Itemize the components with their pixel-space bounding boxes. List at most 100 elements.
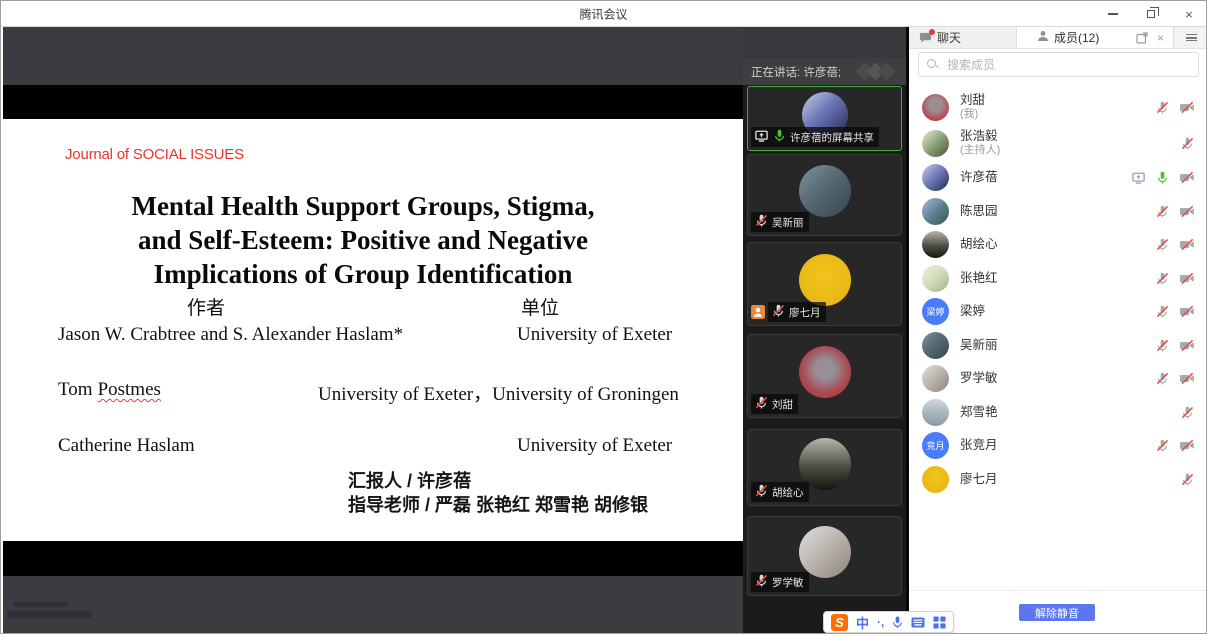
mic-muted-icon <box>1155 304 1170 319</box>
video-tile[interactable]: 罗学敏 <box>747 516 902 596</box>
author-name: TomPostmes <box>58 379 161 401</box>
tile-name-chip: 许彦蓓的屏幕共享 <box>751 127 879 147</box>
author-name: Catherine Haslam <box>58 435 195 457</box>
member-name: 廖七月 <box>960 472 998 487</box>
minimize-button[interactable] <box>1106 7 1120 21</box>
column-header-affiliation: 单位 <box>521 293 559 320</box>
tile-participant-name: 廖七月 <box>789 305 821 320</box>
member-avatar <box>922 94 949 121</box>
camera-off-icon <box>1179 271 1195 286</box>
punctuation-mode-icon[interactable]: ·, <box>877 616 884 628</box>
screen-share-icon <box>754 129 769 146</box>
meeting-logo-watermark <box>854 63 898 80</box>
member-avatar <box>922 130 949 157</box>
tile-participant-name: 吴新丽 <box>772 215 804 230</box>
restore-button[interactable] <box>1144 7 1158 21</box>
voice-input-icon[interactable] <box>892 616 903 629</box>
mic-on-icon <box>772 128 787 146</box>
window-title: 腾讯会议 <box>579 5 627 22</box>
member-list: 刘甜(我) 张浩毅(主持人) 许彦蓓陈思园胡绘心张艳红梁婷梁婷吴新丽罗学敏郑雪艳竞月… <box>909 89 1207 496</box>
close-button[interactable]: × <box>1182 7 1196 21</box>
member-status-icons <box>1155 237 1195 252</box>
member-avatar <box>922 332 949 359</box>
member-avatar <box>922 265 949 292</box>
screen-share-icon <box>1131 171 1146 185</box>
member-row[interactable]: 张艳红 <box>909 262 1207 296</box>
person-badge-icon <box>751 305 765 319</box>
soft-keyboard-icon[interactable] <box>911 617 925 628</box>
panel-controls: × <box>1136 31 1173 45</box>
member-row[interactable]: 胡绘心 <box>909 228 1207 262</box>
member-name: 郑雪艳 <box>960 405 998 420</box>
unmute-button[interactable]: 解除静音 <box>1019 604 1095 621</box>
tile-name-chip: 廖七月 <box>768 302 826 322</box>
video-column-top <box>743 27 906 58</box>
tile-name-chip: 罗学敏 <box>751 572 809 592</box>
screen-artifact <box>13 602 68 607</box>
member-name: 刘甜 <box>960 93 985 108</box>
member-info: 罗学敏 <box>960 371 998 386</box>
member-role: (主持人) <box>960 144 1000 157</box>
member-search-box <box>918 52 1199 77</box>
tab-members[interactable]: 成员(12) × <box>1017 27 1173 48</box>
close-panel-icon[interactable]: × <box>1157 31 1164 45</box>
popout-panel-icon[interactable] <box>1136 32 1148 44</box>
tab-chat[interactable]: 聊天 <box>909 27 1017 48</box>
member-row[interactable]: 罗学敏 <box>909 362 1207 396</box>
member-row[interactable]: 廖七月 <box>909 463 1207 497</box>
member-row[interactable]: 许彦蓓 <box>909 161 1207 195</box>
mic-muted-icon <box>754 483 769 501</box>
chat-icon <box>919 32 932 44</box>
mic-on-icon <box>1155 170 1170 185</box>
member-row[interactable]: 刘甜(我) <box>909 89 1207 125</box>
member-row[interactable]: 郑雪艳 <box>909 396 1207 430</box>
panel-footer-divider <box>909 590 1207 591</box>
author-affiliation: University of Exeter <box>517 324 672 346</box>
members-icon <box>1037 30 1049 45</box>
tile-name-chip: 胡绘心 <box>751 482 809 502</box>
tab-chat-label: 聊天 <box>937 29 961 46</box>
search-input[interactable] <box>945 57 1190 73</box>
participant-avatar <box>799 165 851 217</box>
member-name: 许彦蓓 <box>960 170 998 185</box>
tile-label-row: 吴新丽 <box>751 212 809 232</box>
member-info: 梁婷 <box>960 304 985 319</box>
video-tile[interactable]: 吴新丽 <box>747 154 902 236</box>
tile-label-row: 胡绘心 <box>751 482 809 502</box>
camera-off-icon <box>1179 438 1195 453</box>
video-tile[interactable]: 刘甜 <box>747 334 902 418</box>
tile-label-row: 廖七月 <box>751 302 826 322</box>
mic-muted-icon <box>1155 204 1170 219</box>
active-speaker-bar: 正在讲话: 许彦蓓; <box>743 58 906 85</box>
mic-muted-icon <box>1155 338 1170 353</box>
author-affiliation: University of Exeter <box>517 435 672 457</box>
sogou-logo-icon[interactable]: S <box>831 614 848 631</box>
member-name: 张艳红 <box>960 271 998 286</box>
advisors-line: 指导老师 / 严磊 张艳红 郑雪艳 胡修银 <box>348 491 648 517</box>
chinese-mode-indicator[interactable]: 中 <box>856 613 869 632</box>
video-tile[interactable]: 廖七月 <box>747 242 902 326</box>
tile-name-chip: 吴新丽 <box>751 212 809 232</box>
camera-off-icon <box>1179 371 1195 386</box>
member-avatar <box>922 164 949 191</box>
member-row[interactable]: 吴新丽 <box>909 329 1207 363</box>
menu-icon <box>1186 34 1197 41</box>
author-name: Jason W. Crabtree and S. Alexander Hasla… <box>58 324 403 346</box>
members-panel: 聊天 成员(12) × 刘甜(我) 张浩毅(主持人) 许彦蓓陈思园胡绘心张艳红 <box>906 27 1207 634</box>
member-row[interactable]: 张浩毅(主持人) <box>909 125 1207 161</box>
member-row[interactable]: 陈思园 <box>909 195 1207 229</box>
video-tile[interactable]: 胡绘心 <box>747 429 902 506</box>
member-name: 陈思园 <box>960 204 998 219</box>
member-status-icons <box>1155 304 1195 319</box>
member-status-icons <box>1131 170 1195 185</box>
window-controls: × <box>1106 1 1196 27</box>
member-status-icons <box>1155 100 1195 115</box>
camera-off-icon <box>1179 338 1195 353</box>
panel-menu-button[interactable] <box>1173 27 1207 48</box>
member-row[interactable]: 梁婷梁婷 <box>909 295 1207 329</box>
search-icon <box>927 59 939 71</box>
toolbox-grid-icon[interactable] <box>933 616 946 629</box>
member-row[interactable]: 竞月张竞月 <box>909 429 1207 463</box>
video-tile[interactable]: 许彦蓓的屏幕共享 <box>747 86 902 151</box>
member-info: 刘甜(我) <box>960 93 985 121</box>
